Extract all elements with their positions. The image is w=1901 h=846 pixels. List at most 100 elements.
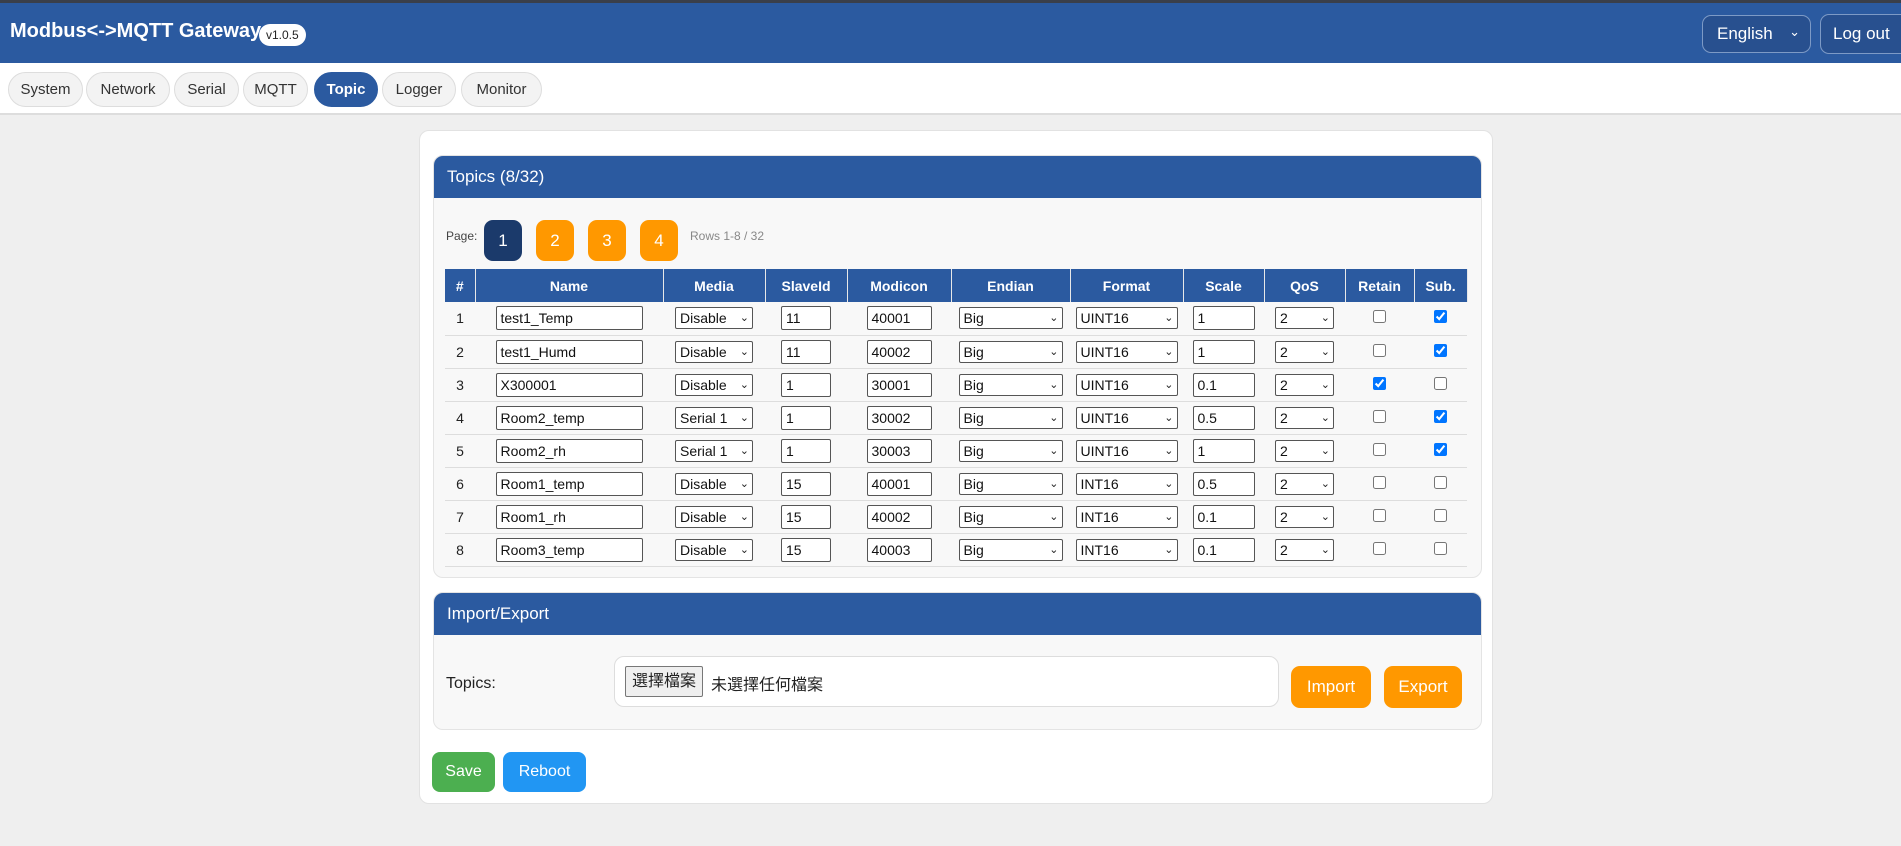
retain-checkbox[interactable] (1373, 508, 1386, 522)
subscribe-checkbox[interactable] (1434, 442, 1447, 456)
name-input[interactable]: Room1_rh (495, 504, 643, 529)
qos-select[interactable]: 2 ⌄ (1275, 439, 1334, 462)
endian-select[interactable]: Big ⌄ (958, 439, 1063, 462)
tab-logger[interactable]: Logger (382, 72, 456, 107)
tab-mqtt[interactable]: MQTT (243, 72, 308, 107)
modicon-input[interactable]: 40002 (866, 504, 932, 529)
subscribe-checkbox[interactable] (1434, 310, 1447, 324)
qos-select[interactable]: 2 ⌄ (1275, 406, 1334, 429)
modicon-input[interactable]: 30002 (866, 405, 932, 430)
subscribe-checkbox[interactable] (1434, 409, 1447, 423)
subscribe-checkbox[interactable] (1434, 541, 1447, 555)
logout-button[interactable]: Log out (1820, 14, 1901, 54)
modicon-input[interactable]: 40002 (866, 339, 932, 364)
page-button-2[interactable]: 2 (536, 220, 574, 261)
reboot-button[interactable]: Reboot (503, 752, 586, 792)
scale-input[interactable]: 0.5 (1192, 405, 1255, 430)
format-select[interactable]: UINT16 ⌄ (1075, 340, 1178, 363)
chevron-down-icon: ⌄ (1049, 345, 1059, 358)
page-button-1[interactable]: 1 (484, 220, 522, 261)
format-select[interactable]: UINT16 ⌄ (1075, 373, 1178, 396)
format-select[interactable]: INT16 ⌄ (1075, 505, 1178, 528)
media-select[interactable]: Disable ⌄ (675, 472, 753, 495)
scale-input[interactable]: 1 (1192, 438, 1255, 463)
name-input[interactable]: Room2_temp (495, 405, 643, 430)
media-select[interactable]: Disable ⌄ (675, 307, 753, 330)
slave-id-input[interactable]: 15 (781, 504, 831, 529)
language-select[interactable]: English ⌄ (1702, 15, 1811, 53)
retain-checkbox[interactable] (1373, 442, 1386, 456)
tab-network[interactable]: Network (86, 72, 170, 107)
tab-serial[interactable]: Serial (174, 72, 239, 107)
endian-select[interactable]: Big ⌄ (958, 406, 1063, 429)
qos-select[interactable]: 2 ⌄ (1275, 340, 1334, 363)
qos-select[interactable]: 2 ⌄ (1275, 505, 1334, 528)
retain-checkbox[interactable] (1373, 343, 1386, 357)
name-input[interactable]: test1_Humd (495, 339, 643, 364)
file-input[interactable]: 選擇檔案 未選擇任何檔案 (614, 656, 1279, 707)
modicon-input[interactable]: 40003 (866, 537, 932, 562)
format-select[interactable]: UINT16 ⌄ (1075, 307, 1178, 330)
name-input[interactable]: test1_Temp (495, 306, 643, 331)
format-select[interactable]: UINT16 ⌄ (1075, 439, 1178, 462)
format-select[interactable]: UINT16 ⌄ (1075, 406, 1178, 429)
slave-id-input[interactable]: 1 (781, 405, 831, 430)
subscribe-checkbox[interactable] (1434, 376, 1447, 390)
choose-file-button[interactable]: 選擇檔案 (625, 666, 704, 697)
page-button-3[interactable]: 3 (588, 220, 626, 261)
scale-input[interactable]: 0.1 (1192, 504, 1255, 529)
retain-checkbox[interactable] (1373, 409, 1386, 423)
endian-select[interactable]: Big ⌄ (958, 373, 1063, 396)
endian-select[interactable]: Big ⌄ (958, 307, 1063, 330)
format-select[interactable]: INT16 ⌄ (1075, 472, 1178, 495)
name-input[interactable]: Room2_rh (495, 438, 643, 463)
media-select[interactable]: Disable ⌄ (675, 505, 753, 528)
export-button[interactable]: Export (1384, 666, 1462, 708)
subscribe-checkbox[interactable] (1434, 343, 1447, 357)
scale-input[interactable]: 0.1 (1192, 372, 1255, 397)
slave-id-input[interactable]: 15 (781, 537, 831, 562)
scale-input[interactable]: 1 (1192, 339, 1255, 364)
tab-monitor[interactable]: Monitor (461, 72, 542, 107)
name-input[interactable]: X300001 (495, 372, 643, 397)
modicon-input[interactable]: 30003 (866, 438, 932, 463)
subscribe-checkbox[interactable] (1434, 508, 1447, 522)
media-select[interactable]: Disable ⌄ (675, 538, 753, 561)
retain-checkbox[interactable] (1373, 541, 1386, 555)
media-select[interactable]: Disable ⌄ (675, 373, 753, 396)
scale-input[interactable]: 0.1 (1192, 537, 1255, 562)
media-select[interactable]: Serial 1 ⌄ (675, 439, 753, 462)
qos-select[interactable]: 2 ⌄ (1275, 307, 1334, 330)
format-select[interactable]: INT16 ⌄ (1075, 538, 1178, 561)
scale-input[interactable]: 1 (1192, 306, 1255, 331)
slave-id-input[interactable]: 1 (781, 372, 831, 397)
endian-select[interactable]: Big ⌄ (958, 340, 1063, 363)
slave-id-input[interactable]: 11 (781, 339, 831, 364)
endian-select[interactable]: Big ⌄ (958, 538, 1063, 561)
retain-checkbox[interactable] (1373, 475, 1386, 489)
scale-input[interactable]: 0.5 (1192, 471, 1255, 496)
qos-select[interactable]: 2 ⌄ (1275, 538, 1334, 561)
name-input[interactable]: Room1_temp (495, 471, 643, 496)
page-button-4[interactable]: 4 (640, 220, 678, 261)
media-select[interactable]: Disable ⌄ (675, 340, 753, 363)
slave-id-input[interactable]: 11 (781, 306, 831, 331)
tab-system[interactable]: System (8, 72, 83, 107)
tab-topic[interactable]: Topic (314, 72, 378, 107)
endian-select[interactable]: Big ⌄ (958, 505, 1063, 528)
endian-select[interactable]: Big ⌄ (958, 472, 1063, 495)
retain-checkbox[interactable] (1373, 376, 1386, 390)
name-input[interactable]: Room3_temp (495, 537, 643, 562)
retain-checkbox[interactable] (1373, 310, 1386, 324)
qos-select[interactable]: 2 ⌄ (1275, 373, 1334, 396)
import-button[interactable]: Import (1291, 666, 1371, 708)
modicon-input[interactable]: 40001 (866, 306, 932, 331)
modicon-input[interactable]: 40001 (866, 471, 932, 496)
modicon-input[interactable]: 30001 (866, 372, 932, 397)
subscribe-checkbox[interactable] (1434, 475, 1447, 489)
save-button[interactable]: Save (432, 752, 495, 792)
media-select[interactable]: Serial 1 ⌄ (675, 406, 753, 429)
slave-id-input[interactable]: 15 (781, 471, 831, 496)
slave-id-input[interactable]: 1 (781, 438, 831, 463)
qos-select[interactable]: 2 ⌄ (1275, 472, 1334, 495)
